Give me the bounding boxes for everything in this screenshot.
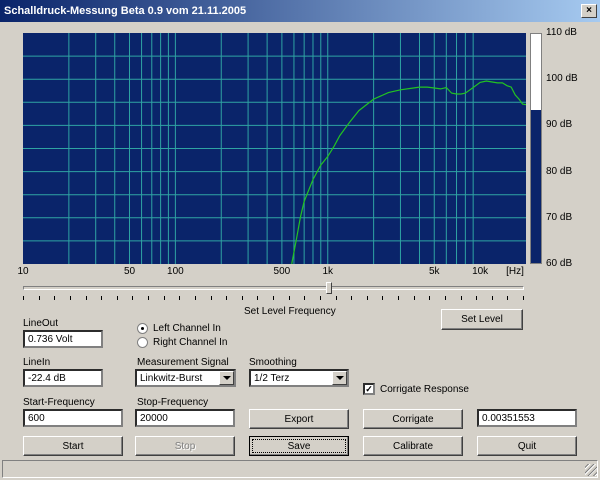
x-unit-label: [Hz] [506, 266, 524, 277]
lineout-field[interactable]: 0.736 Volt [23, 330, 103, 348]
slider-tick [476, 296, 478, 300]
y-tick-label: 90 dB [546, 119, 573, 131]
radio-unselected-icon [137, 337, 148, 348]
right-channel-label: Right Channel In [153, 337, 228, 348]
start-button[interactable]: Start [23, 436, 123, 456]
slider-tick [273, 296, 274, 300]
slider-tick [429, 296, 431, 300]
resize-grip-icon[interactable] [585, 464, 597, 476]
slider-tick [132, 296, 134, 300]
slider-tick [257, 296, 259, 300]
status-bar [2, 460, 598, 478]
slider-tick [413, 296, 415, 300]
slider-tick [69, 296, 71, 300]
frequency-slider-track[interactable] [23, 286, 524, 290]
stop-button[interactable]: Stop [135, 436, 235, 456]
stop-frequency-field[interactable]: 20000 [135, 409, 235, 427]
slider-tick [163, 296, 165, 300]
corrigate-response-label: Corrigate Response [380, 383, 469, 395]
x-tick-label: 1k [322, 266, 334, 277]
x-tick-label: 5k [428, 266, 440, 277]
x-tick-label: 500 [273, 266, 291, 277]
smoothing-select[interactable]: 1/2 Terz [249, 369, 349, 387]
right-channel-radio[interactable]: Right Channel In [137, 337, 228, 348]
chart-svg [23, 33, 526, 264]
measurement-signal-select[interactable]: Linkwitz-Burst [135, 369, 236, 387]
measurement-signal-value: Linkwitz-Burst [140, 373, 203, 384]
slider-tick [304, 296, 306, 300]
slider-tick [507, 296, 509, 300]
x-tick-label: 10k [472, 266, 489, 277]
checkmark-icon: ✓ [363, 383, 375, 395]
slider-tick [116, 296, 118, 300]
linein-field[interactable]: -22.4 dB [23, 369, 103, 387]
slider-tick [288, 296, 290, 300]
lineout-label: LineOut [23, 318, 59, 329]
y-tick-label: 100 dB [546, 73, 578, 85]
stop-frequency-label: Stop-Frequency [137, 397, 209, 408]
slider-tick [148, 296, 149, 300]
set-level-button[interactable]: Set Level [441, 309, 523, 330]
corrigate-response-checkbox[interactable]: ✓ Corrigate Response [363, 383, 469, 395]
smoothing-value: 1/2 Terz [254, 373, 290, 384]
title-bar: Schalldruck-Messung Beta 0.9 vom 21.11.2… [0, 0, 600, 22]
slider-tick [23, 296, 24, 300]
slider-tick [335, 296, 337, 300]
radio-selected-icon [137, 323, 148, 334]
slider-tick [398, 296, 399, 300]
frequency-response-chart [23, 33, 526, 264]
slider-tick [382, 296, 384, 300]
y-tick-label: 60 dB [546, 258, 573, 269]
slider-tick [54, 296, 56, 300]
save-button[interactable]: Save [249, 436, 349, 456]
linein-label: LineIn [23, 357, 51, 368]
frequency-slider-thumb[interactable] [325, 282, 332, 294]
calibrate-button[interactable]: Calibrate [363, 436, 463, 456]
slider-tick [319, 296, 321, 300]
x-tick-label: 10 [17, 266, 29, 277]
level-meter [530, 33, 542, 264]
slider-tick [210, 296, 212, 300]
quit-button[interactable]: Quit [477, 436, 577, 456]
slider-tick [366, 296, 368, 300]
slider-tick [179, 296, 181, 300]
left-channel-radio[interactable]: Left Channel In [137, 323, 221, 334]
left-channel-label: Left Channel In [153, 323, 221, 334]
slider-tick [226, 296, 228, 300]
export-button[interactable]: Export [249, 409, 349, 429]
y-tick-label: 80 dB [546, 165, 573, 177]
slider-tick [241, 296, 243, 300]
corrigate-button[interactable]: Corrigate [363, 409, 463, 429]
start-frequency-field[interactable]: 600 [23, 409, 123, 427]
slider-label: Set Level Frequency [244, 306, 336, 317]
y-tick-label: 70 dB [546, 211, 573, 223]
close-icon[interactable]: × [581, 4, 597, 18]
slider-tick [85, 296, 87, 300]
response-series-line [291, 80, 526, 264]
slider-tick [194, 296, 196, 300]
slider-tick [38, 296, 40, 300]
slider-tick [101, 296, 103, 300]
corrigate-value-field[interactable]: 0.00351553 [477, 409, 577, 427]
measurement-signal-label: Measurement Signal [137, 357, 229, 368]
slider-ticks [23, 296, 524, 300]
x-tick-label: 100 [167, 266, 184, 277]
chevron-down-icon[interactable] [219, 371, 234, 385]
level-meter-fill [531, 109, 541, 263]
y-tick-label: 110 dB [546, 27, 577, 38]
x-tick-label: 50 [123, 266, 136, 277]
start-frequency-label: Start-Frequency [23, 397, 95, 408]
slider-tick [491, 296, 493, 300]
slider-tick [460, 296, 462, 300]
slider-tick [351, 296, 353, 300]
slider-tick [444, 296, 446, 300]
window-title: Schalldruck-Messung Beta 0.9 vom 21.11.2… [4, 5, 247, 17]
chevron-down-icon[interactable] [332, 371, 347, 385]
slider-tick [523, 296, 524, 300]
smoothing-label: Smoothing [249, 357, 297, 368]
